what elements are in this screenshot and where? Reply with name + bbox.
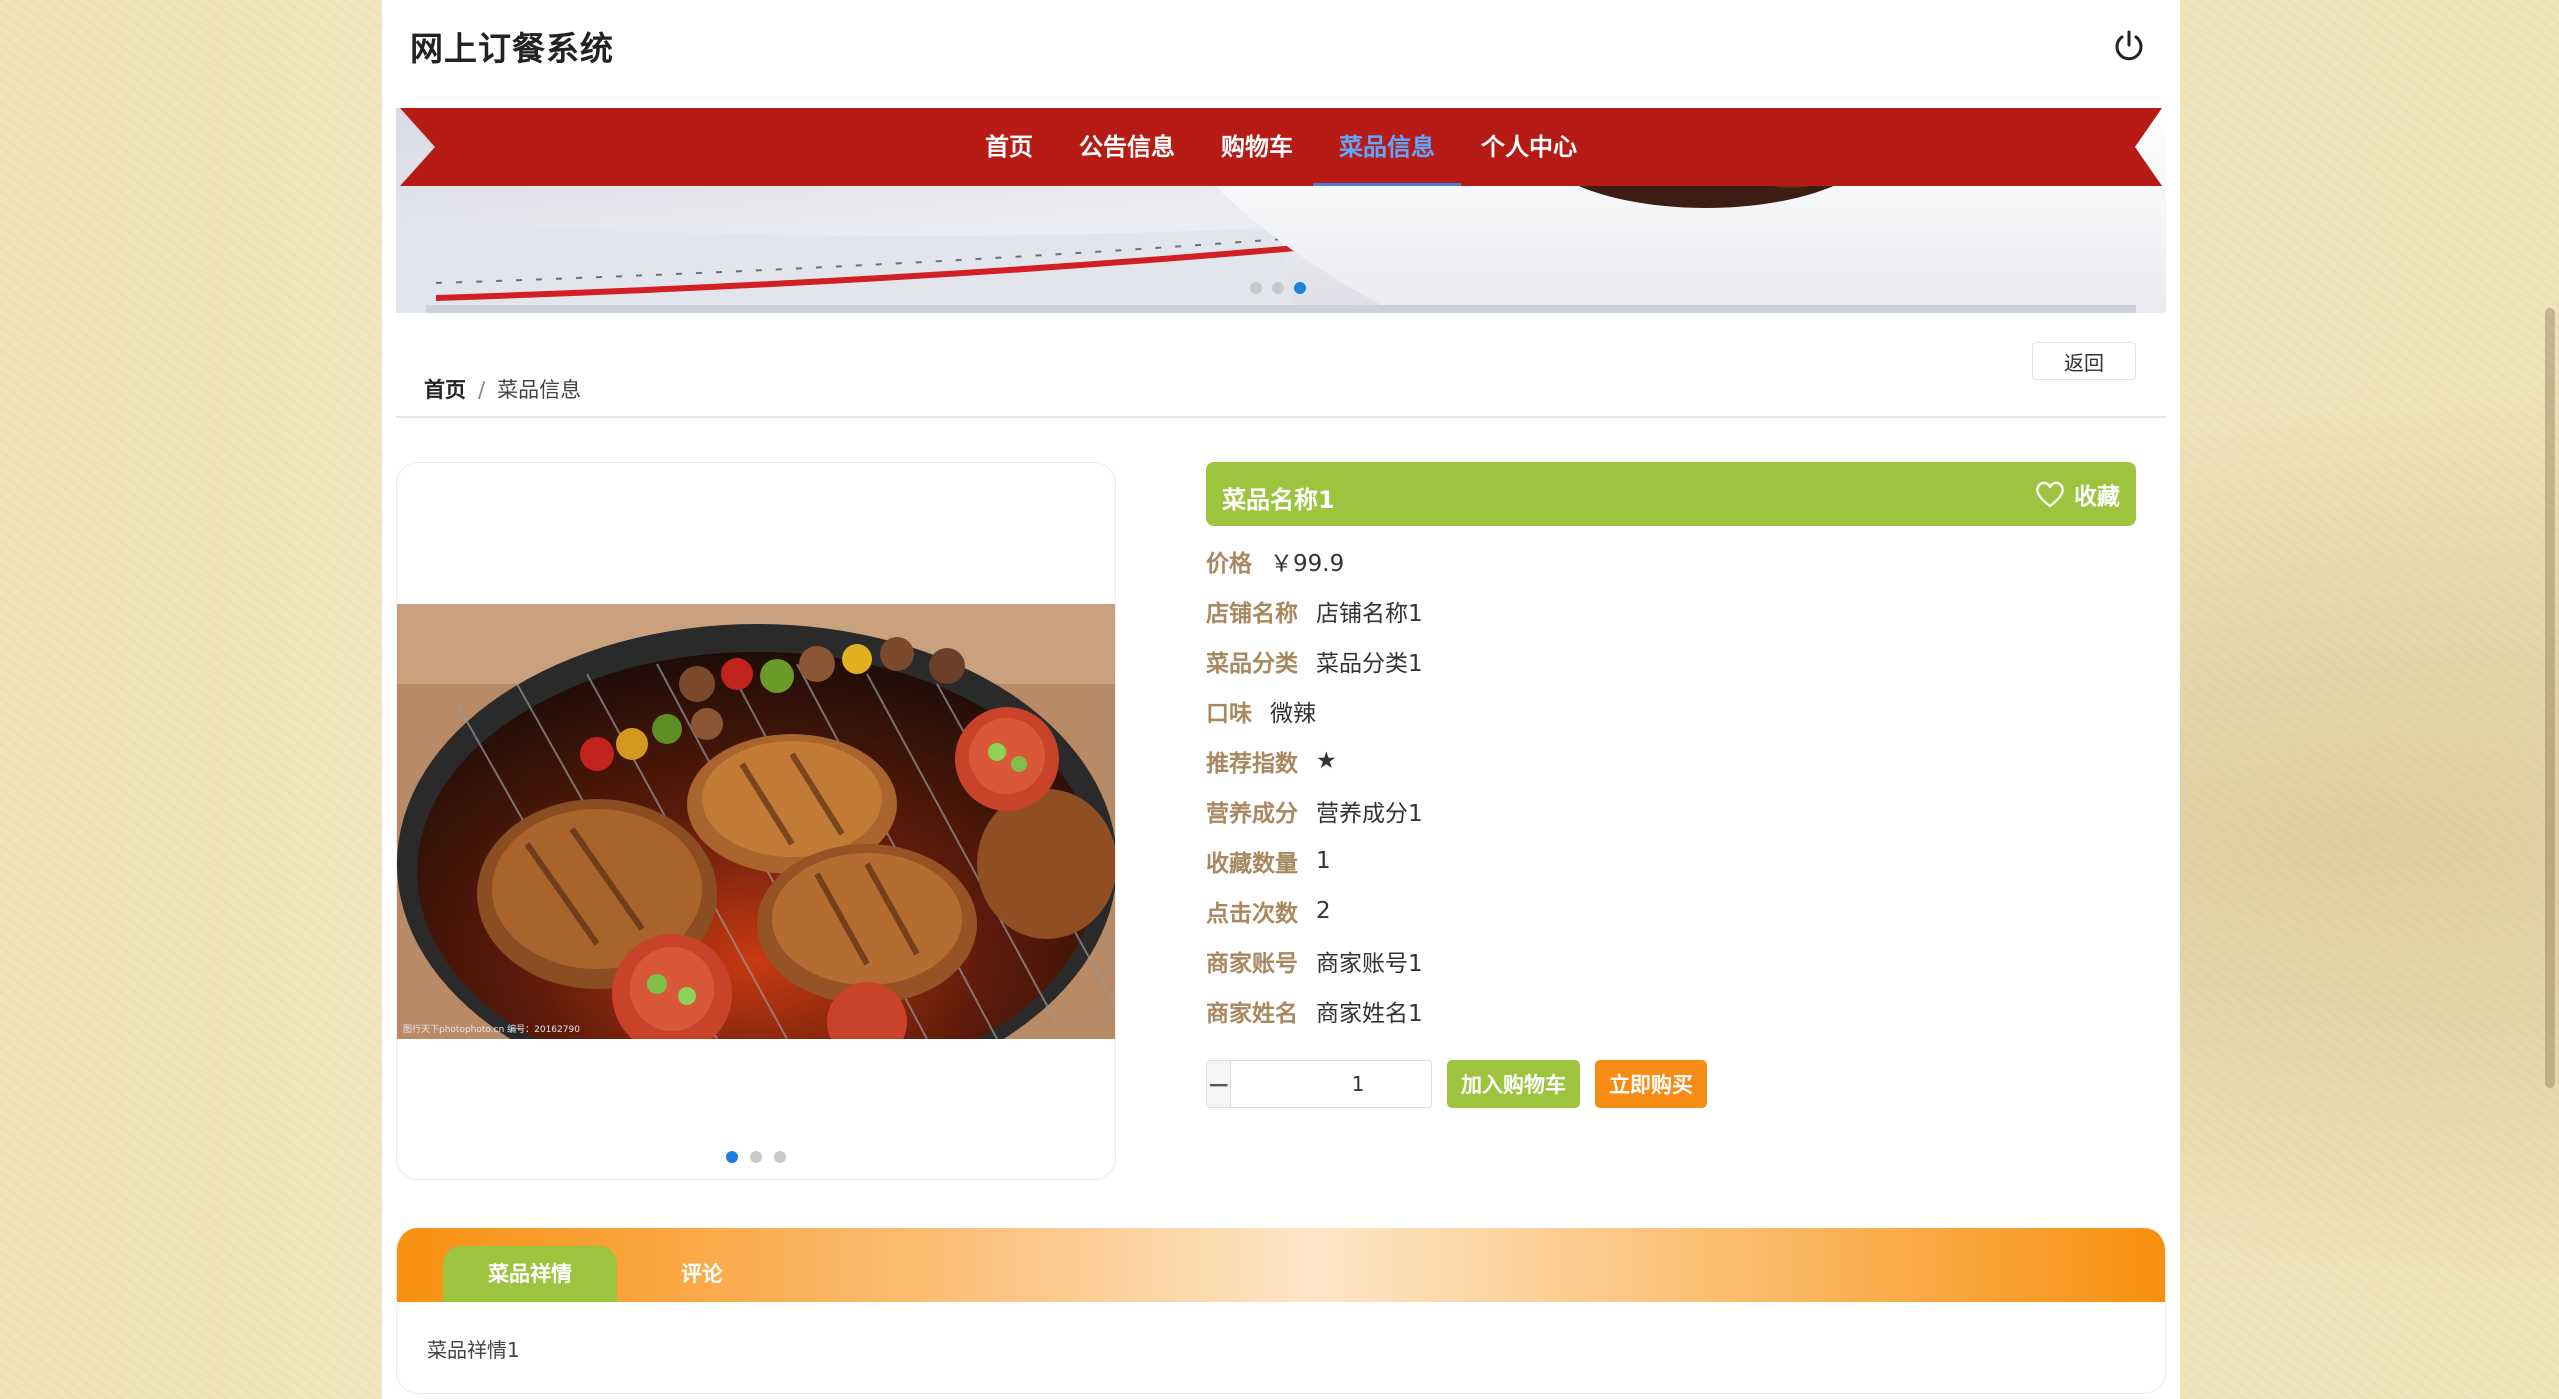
banner-dot[interactable]	[1250, 282, 1262, 294]
field-taste: 口味 微辣	[1206, 686, 2136, 736]
field-label: 收藏数量	[1206, 851, 1298, 877]
favorite-button[interactable]: 收藏	[2034, 477, 2120, 511]
field-label: 营养成分	[1206, 801, 1298, 827]
field-value: 商家姓名1	[1316, 1001, 1423, 1027]
scrollbar-thumb[interactable]	[2545, 308, 2555, 1088]
power-icon[interactable]	[2110, 27, 2148, 65]
field-label: 商家姓名	[1206, 1001, 1298, 1027]
banner-dot-active[interactable]	[1294, 282, 1306, 294]
field-label: 店铺名称	[1206, 601, 1298, 627]
tab-content: 菜品祥情1	[427, 1338, 520, 1362]
buy-now-button[interactable]: 立即购买	[1595, 1060, 1707, 1108]
field-label: 商家账号	[1206, 951, 1298, 977]
field-label: 口味	[1206, 701, 1252, 727]
gallery-dot[interactable]	[750, 1151, 762, 1163]
site-header: 网上订餐系统	[382, 0, 2180, 108]
field-value: 2	[1316, 898, 1331, 924]
nav-item-profile[interactable]: 个人中心	[1475, 108, 1583, 186]
purchase-controls: − + 加入购物车 立即购买	[1206, 1060, 1707, 1108]
star-icon: ★	[1316, 748, 1337, 774]
main-nav: 首页 公告信息 购物车 菜品信息 个人中心	[382, 108, 2180, 186]
gallery-dot[interactable]	[774, 1151, 786, 1163]
nav-item-cart[interactable]: 购物车	[1215, 108, 1299, 186]
field-value: 菜品分类1	[1316, 651, 1423, 677]
breadcrumb-bar: 首页 / 菜品信息 返回	[396, 338, 2166, 418]
field-click-count: 点击次数 2	[1206, 886, 2136, 936]
product-gallery[interactable]: 图行天下photophoto.cn 编号：20162790	[396, 462, 1116, 1180]
field-value: ￥99.9	[1270, 551, 1345, 577]
breadcrumb-separator: /	[478, 378, 486, 402]
tab-dish-details[interactable]: 菜品祥情	[443, 1246, 617, 1302]
site-title: 网上订餐系统	[410, 29, 614, 68]
field-label: 菜品分类	[1206, 651, 1298, 677]
nav-item-home[interactable]: 首页	[979, 108, 1039, 186]
decrement-button[interactable]: −	[1207, 1061, 1231, 1107]
breadcrumb-home[interactable]: 首页	[424, 378, 466, 402]
field-label: 价格	[1206, 551, 1252, 577]
gallery-dot-active[interactable]	[726, 1151, 738, 1163]
nav-item-dishes[interactable]: 菜品信息	[1313, 108, 1461, 186]
add-to-cart-button[interactable]: 加入购物车	[1447, 1060, 1580, 1108]
field-value: 微辣	[1270, 701, 1316, 727]
product-image: 图行天下photophoto.cn 编号：20162790	[397, 604, 1115, 1039]
field-merchant-name: 商家姓名 商家姓名1	[1206, 986, 2136, 1036]
field-value: 商家账号1	[1316, 951, 1423, 977]
product-fields: 价格 ￥99.9 店铺名称 店铺名称1 菜品分类 菜品分类1 口味 微辣 推荐指数 ★ 营…	[1206, 536, 2136, 1036]
banner-dot[interactable]	[1272, 282, 1284, 294]
field-value: 1	[1316, 848, 1331, 874]
gallery-indicators	[726, 1151, 786, 1163]
tab-comments[interactable]: 评论	[659, 1246, 745, 1302]
field-rating: 推荐指数 ★	[1206, 736, 2136, 786]
back-button[interactable]: 返回	[2032, 342, 2136, 380]
page-scrollbar[interactable]	[2541, 0, 2559, 1399]
tabs-header: 菜品祥情 评论	[397, 1228, 2165, 1302]
nav-item-announcements[interactable]: 公告信息	[1073, 108, 1181, 186]
favorite-label: 收藏	[2074, 484, 2120, 510]
field-price: 价格 ￥99.9	[1206, 536, 2136, 586]
breadcrumb: 首页 / 菜品信息	[424, 374, 581, 404]
quantity-input[interactable]	[1230, 1061, 1431, 1107]
heart-icon	[2036, 481, 2064, 508]
field-label: 点击次数	[1206, 901, 1298, 927]
quantity-stepper: − +	[1206, 1060, 1432, 1108]
field-value: 店铺名称1	[1316, 601, 1423, 627]
image-watermark: 图行天下photophoto.cn 编号：20162790	[403, 1023, 580, 1035]
field-shop-name: 店铺名称 店铺名称1	[1206, 586, 2136, 636]
field-merchant-account: 商家账号 商家账号1	[1206, 936, 2136, 986]
field-label: 推荐指数	[1206, 751, 1298, 777]
main-page: 网上订餐系统 首页 公告信息 购物车 菜品信息 个人中心 首页 / 菜品信息 返…	[382, 0, 2180, 1399]
banner-indicators	[1250, 282, 1306, 294]
product-title-bar: 菜品名称1 收藏	[1206, 462, 2136, 526]
detail-tabs: 菜品祥情 评论 菜品祥情1	[396, 1228, 2166, 1394]
field-category: 菜品分类 菜品分类1	[1206, 636, 2136, 686]
product-name: 菜品名称1	[1222, 486, 1335, 514]
field-value: 营养成分1	[1316, 801, 1423, 827]
product-info: 菜品名称1 收藏 价格 ￥99.9 店铺名称 店铺名称1 菜品分类 菜品分类1 口味微…	[1206, 462, 2136, 1108]
field-favorites-count: 收藏数量 1	[1206, 836, 2136, 886]
field-nutrition: 营养成分 营养成分1	[1206, 786, 2136, 836]
breadcrumb-current: 菜品信息	[497, 378, 582, 402]
